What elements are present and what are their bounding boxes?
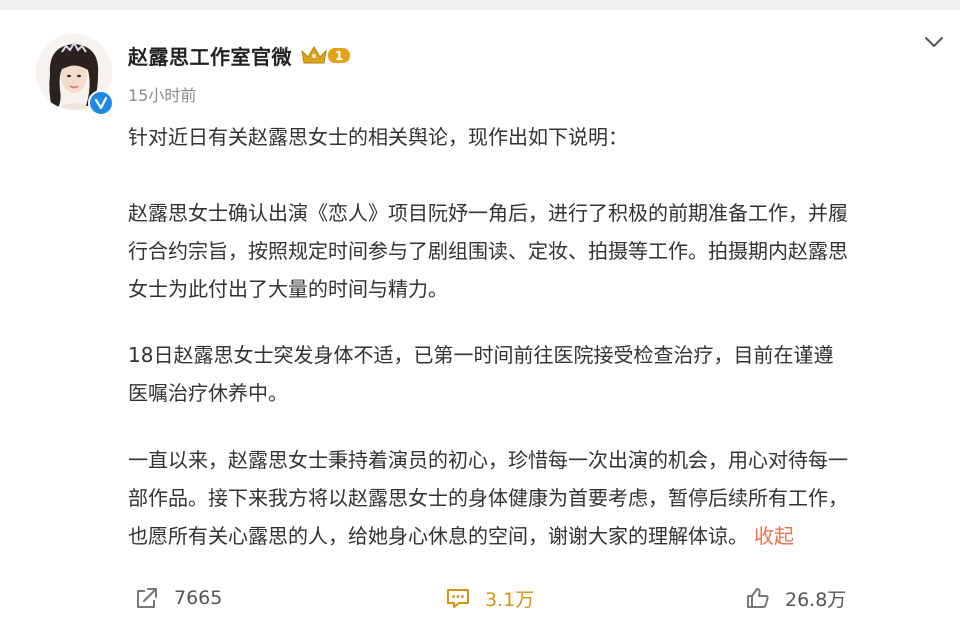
- paragraph-line: 针对近日有关赵露思女士的相关舆论，现作出如下说明：: [128, 125, 628, 149]
- paragraph-line: 女士为此付出了大量的时间与精力。: [128, 277, 448, 301]
- author-name[interactable]: 赵露思工作室官微: [128, 41, 292, 70]
- collapse-link[interactable]: 收起: [754, 524, 794, 548]
- share-button[interactable]: 7665: [134, 578, 222, 618]
- like-count: 26.8万: [785, 588, 847, 611]
- paragraph-1: 针对近日有关赵露思女士的相关舆论，现作出如下说明：: [128, 118, 628, 156]
- paragraph-line: 医嘱治疗休养中。: [128, 381, 288, 405]
- verified-icon: [88, 90, 114, 116]
- paragraph-line: 部作品。接下来我方将以赵露思女士的身体健康为首要考虑，暂停后续所有工作，: [128, 486, 848, 510]
- paragraph-line: 一直以来，赵露思女士秉持着演员的初心，珍惜每一次出演的机会，用心对待每一: [128, 448, 848, 472]
- vip-level: 1: [335, 49, 343, 63]
- paragraph-2: 赵露思女士确认出演《恋人》项目阮妤一角后，进行了积极的前期准备工作，并履 行合约…: [128, 194, 848, 308]
- paragraph-line: 也愿所有关心露思的人，给她身心休息的空间，谢谢大家的理解体谅。: [128, 524, 748, 548]
- share-count: 7665: [174, 587, 223, 609]
- paragraph-line: 行合约宗旨，按照规定时间参与了剧组围读、定妆、拍摄等工作。拍摄期内赵露思: [128, 239, 848, 263]
- paragraph-line: 18日赵露思女士突发身体不适，已第一时间前往医院接受检查治疗，目前在谨遵: [128, 343, 834, 367]
- action-bar: 7665 3.1万 26.8万: [0, 578, 960, 618]
- paragraph-4: 一直以来，赵露思女士秉持着演员的初心，珍惜每一次出演的机会，用心对待每一 部作品…: [128, 441, 848, 555]
- author-row: 赵露思工作室官微 1: [128, 40, 352, 70]
- like-icon: [747, 588, 769, 608]
- vip-crown-icon[interactable]: 1: [300, 43, 352, 67]
- post-time[interactable]: 15小时前: [128, 82, 196, 106]
- comment-icon: [447, 589, 469, 608]
- paragraph-3: 18日赵露思女士突发身体不适，已第一时间前往医院接受检查治疗，目前在谨遵 医嘱治…: [128, 336, 833, 412]
- comment-count: 3.1万: [485, 588, 535, 611]
- share-icon: [137, 588, 157, 608]
- paragraph-line: 赵露思女士确认出演《恋人》项目阮妤一角后，进行了积极的前期准备工作，并履: [128, 201, 848, 225]
- comment-button[interactable]: 3.1万: [445, 578, 534, 618]
- top-divider: [0, 0, 960, 10]
- chevron-down-icon[interactable]: [920, 30, 948, 54]
- like-button[interactable]: 26.8万: [745, 578, 846, 618]
